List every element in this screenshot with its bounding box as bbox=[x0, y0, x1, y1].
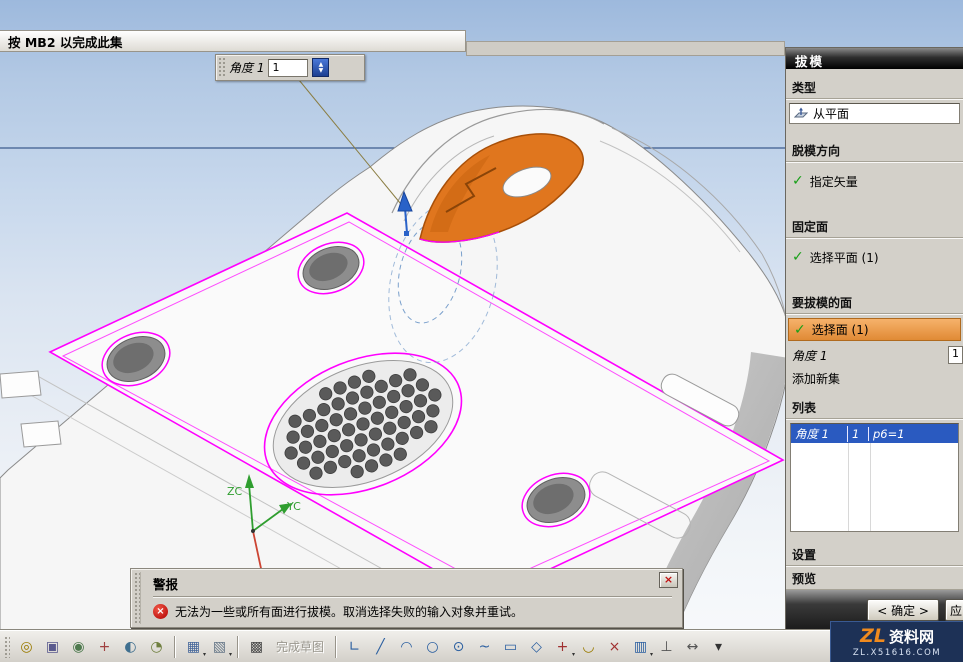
select-plane-label: 选择平面 (1) bbox=[810, 249, 879, 266]
toolbar-icon-arc-center[interactable]: ◐ bbox=[118, 635, 143, 659]
error-icon: × bbox=[153, 604, 168, 619]
angle-row: 角度 1 1 bbox=[786, 341, 963, 367]
toolbar-icon-rectangle[interactable]: ▭ bbox=[498, 635, 523, 659]
dialog-title[interactable]: 拔模 bbox=[786, 48, 963, 69]
toolbar-drag-handle[interactable] bbox=[4, 636, 10, 658]
toolbar-icon-trim[interactable]: × bbox=[602, 635, 627, 659]
specify-vector-row[interactable]: ✓ 指定矢量 bbox=[786, 162, 963, 200]
angle-value-input[interactable]: 1 bbox=[948, 346, 963, 364]
toolbar-icon-arc[interactable]: ◠ bbox=[394, 635, 419, 659]
section-preview[interactable]: 预览 bbox=[786, 566, 963, 590]
toolbar-icon-line[interactable]: ╱ bbox=[368, 635, 393, 659]
toolbar-finish-sketch-label: 完成草图 bbox=[276, 638, 324, 655]
specify-vector-label: 指定矢量 bbox=[810, 173, 858, 190]
list-column-line bbox=[870, 443, 871, 531]
section-settings[interactable]: 设置 bbox=[786, 542, 963, 566]
check-icon: ✓ bbox=[792, 250, 804, 264]
toolbar-icon-quadrant-point[interactable]: ◔ bbox=[144, 635, 169, 659]
angle-label: 角度 1 bbox=[792, 347, 827, 364]
toolbar-icon-work-plane[interactable]: ▧▾ bbox=[207, 635, 232, 659]
alert-close-button[interactable]: × bbox=[659, 572, 678, 588]
draft-dialog: 拔模 类型 从平面 脱模方向 ✓ 指定矢量 固定面 ✓ 选择平面 (1) 要拔模… bbox=[785, 47, 963, 630]
toolbar-icon-circle[interactable]: ○ bbox=[420, 635, 445, 659]
toolbar-icon-end-point[interactable]: ▣ bbox=[40, 635, 65, 659]
toolbar-separator bbox=[335, 636, 337, 658]
select-face-row[interactable]: ✓ 选择面 (1) bbox=[788, 318, 961, 341]
toolbar-icon-constraint[interactable]: ⊥ bbox=[654, 635, 679, 659]
toolbar-icon-grid-snap[interactable]: ▦▾ bbox=[181, 635, 206, 659]
prompt-text: 按 MB2 以完成此集 bbox=[8, 32, 122, 51]
section-draw-direction: 脱模方向 bbox=[786, 138, 963, 162]
angle-input[interactable] bbox=[268, 59, 308, 77]
ok-button[interactable]: < 确定 > bbox=[867, 599, 939, 621]
watermark-site: ZL.X51616.COM bbox=[853, 648, 941, 658]
toolbar-icon-fillet[interactable]: ◡ bbox=[576, 635, 601, 659]
toolbar-icon-polygon[interactable]: ◇ bbox=[524, 635, 549, 659]
add-new-set-button[interactable]: 添加新集 bbox=[786, 367, 963, 389]
watermark-logo: ZL 资料网 ZL.X51616.COM bbox=[830, 621, 963, 662]
toolbar-icon-intersection-point[interactable]: + bbox=[92, 635, 117, 659]
toolbar-separator bbox=[174, 636, 176, 658]
draft-set-list[interactable]: 角度 1 1 p6=1 bbox=[790, 423, 959, 532]
apply-button[interactable]: 应 bbox=[945, 599, 963, 621]
status-prompt-bar: 按 MB2 以完成此集 bbox=[0, 30, 466, 52]
select-face-label: 选择面 (1) bbox=[812, 321, 869, 338]
section-type: 类型 bbox=[786, 75, 963, 99]
type-dropdown[interactable]: 从平面 bbox=[789, 103, 960, 124]
toolbar-items: ◎▣◉+◐◔ ▦▾▧▾ ▩ 完成草图 ∟╱◠○⊙~▭◇+▾◡×▥▾⊥↔▾ bbox=[14, 635, 731, 659]
toolbar-separator bbox=[237, 636, 239, 658]
check-icon: ✓ bbox=[794, 323, 806, 337]
toolbar-icon-more-tools[interactable]: ▾ bbox=[706, 635, 731, 659]
list-selected-row[interactable]: 角度 1 1 p6=1 bbox=[791, 424, 958, 443]
from-plane-icon bbox=[794, 107, 808, 121]
bottom-toolbar: ◎▣◉+◐◔ ▦▾▧▾ ▩ 完成草图 ∟╱◠○⊙~▭◇+▾◡×▥▾⊥↔▾ bbox=[0, 630, 963, 662]
side-port-cutout[interactable] bbox=[21, 421, 61, 447]
toolbar-icon-ellipse[interactable]: ⊙ bbox=[446, 635, 471, 659]
toolbar-icon-dimension[interactable]: ↔ bbox=[680, 635, 705, 659]
angle-popup[interactable]: 角度 1 ▲ ▼ bbox=[215, 54, 365, 81]
axis-zc-label: ZC bbox=[227, 485, 243, 498]
alert-drag-handle[interactable] bbox=[134, 572, 141, 624]
section-list: 列表 bbox=[786, 395, 963, 419]
alert-message: 无法为一些或所有面进行拔模。取消选择失败的输入对象并重试。 bbox=[175, 603, 523, 620]
toolbar-icon-profile[interactable]: ∟ bbox=[342, 635, 367, 659]
select-plane-row[interactable]: ✓ 选择平面 (1) bbox=[786, 238, 963, 276]
toolbar-icon-mid-point[interactable]: ◉ bbox=[66, 635, 91, 659]
axis-yc-label: YC bbox=[286, 500, 301, 513]
angle-popup-label: 角度 1 bbox=[229, 59, 264, 76]
toolbar-icon-mirror-curve[interactable]: ▥▾ bbox=[628, 635, 653, 659]
toolbar-icon-point[interactable]: +▾ bbox=[550, 635, 575, 659]
list-cell-angle: 角度 1 bbox=[791, 426, 848, 442]
alert-dialog: 警报 × 无法为一些或所有面进行拔模。取消选择失败的输入对象并重试。 × bbox=[130, 568, 683, 628]
check-icon: ✓ bbox=[792, 174, 804, 188]
list-cell-value: 1 bbox=[848, 427, 869, 441]
section-faces-to-draft: 要拔模的面 bbox=[786, 290, 963, 314]
spinner-down-icon[interactable]: ▼ bbox=[319, 68, 324, 74]
angle-spinner[interactable]: ▲ ▼ bbox=[312, 58, 329, 77]
list-cell-expression: p6=1 bbox=[869, 427, 958, 441]
type-value: 从平面 bbox=[813, 105, 849, 122]
alert-body: 警报 × 无法为一些或所有面进行拔模。取消选择失败的输入对象并重试。 × bbox=[143, 569, 682, 627]
popup-drag-handle[interactable] bbox=[218, 57, 225, 78]
application-window: ZC YC 按 MB2 以完成此集 角度 1 ▲ ▼ 拔模 类型 从平面 脱模方… bbox=[0, 0, 963, 662]
toolbar-icon-spline[interactable]: ~ bbox=[472, 635, 497, 659]
toolbar-icon-finish-sketch[interactable]: ▩ bbox=[244, 635, 269, 659]
toolbar-icon-snap-point[interactable]: ◎ bbox=[14, 635, 39, 659]
top-toolbar-strip bbox=[466, 41, 785, 56]
watermark-name: 资料网 bbox=[889, 629, 934, 646]
watermark-zl: ZL bbox=[860, 627, 886, 646]
side-port-cutout[interactable] bbox=[0, 371, 41, 398]
list-column-line bbox=[848, 443, 849, 531]
section-fixed-plane: 固定面 bbox=[786, 214, 963, 238]
alert-title: 警报 bbox=[153, 574, 672, 597]
